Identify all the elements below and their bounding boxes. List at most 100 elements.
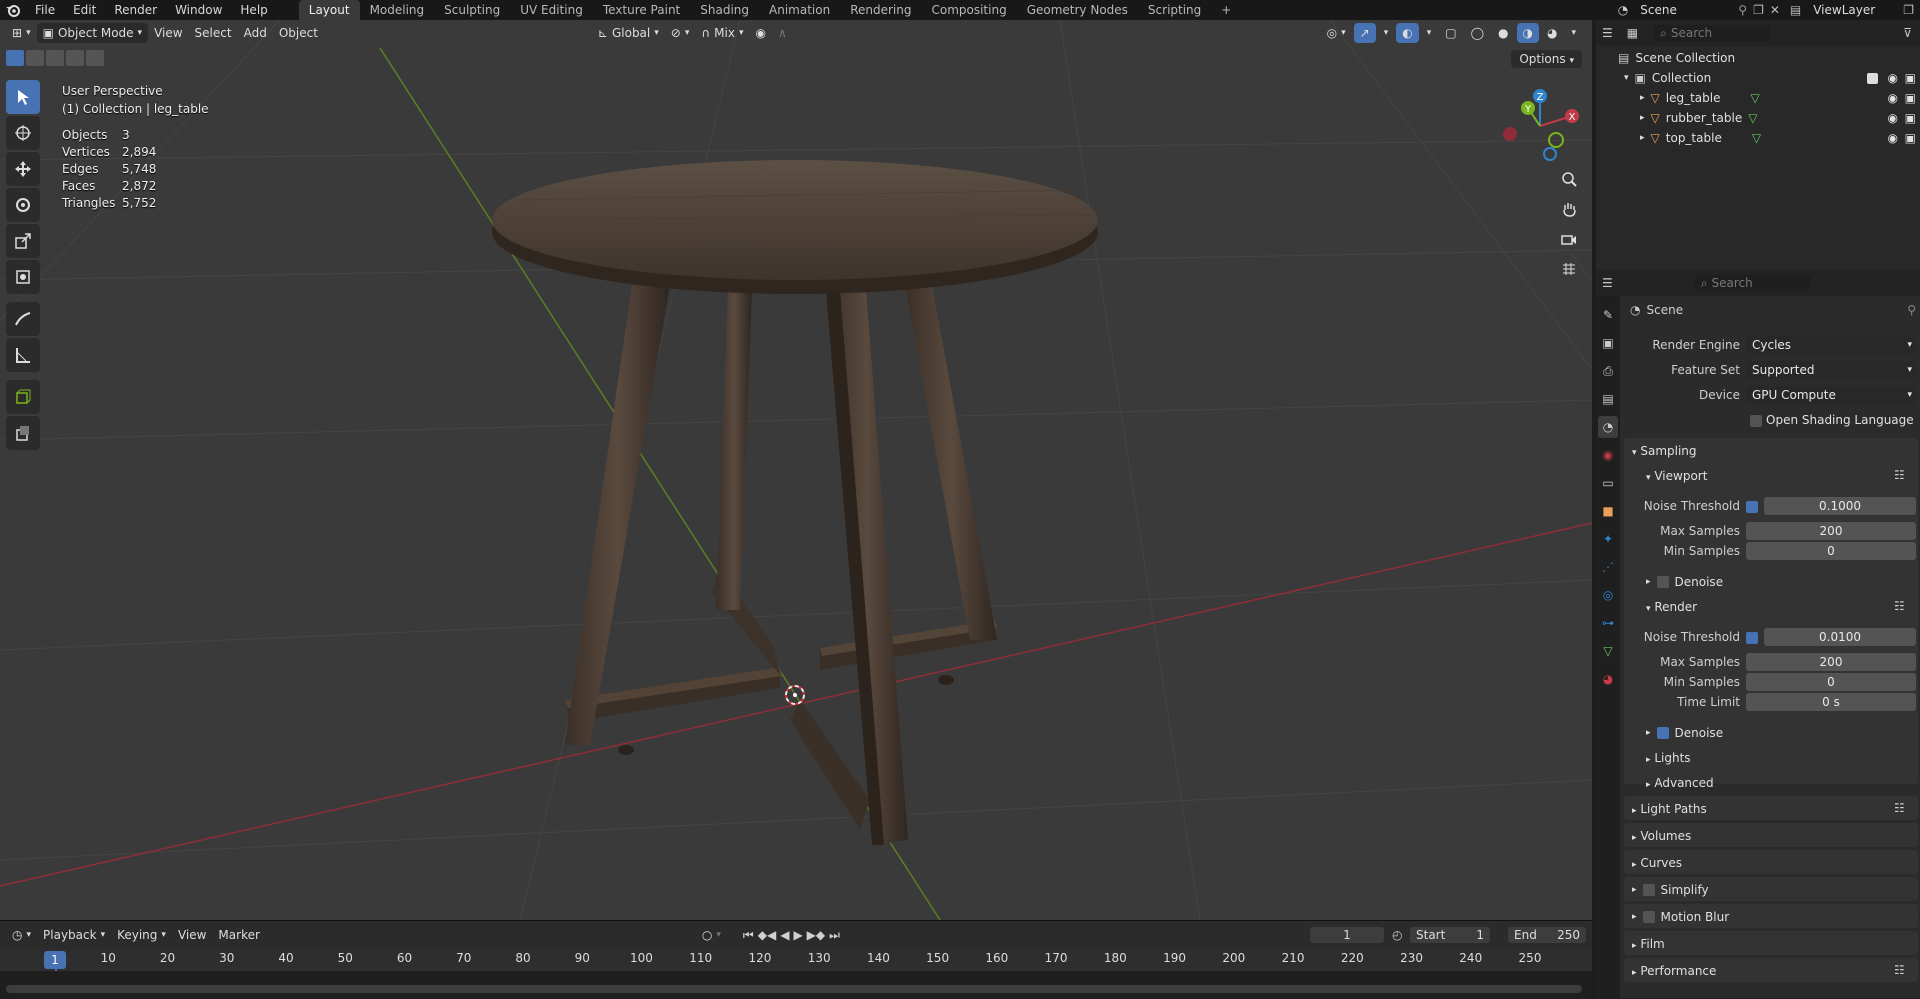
marker-menu[interactable]: Marker [212,925,265,945]
viewport-min-field[interactable]: 0 [1746,542,1916,560]
data-tab-icon[interactable]: ▽ [1598,640,1618,662]
visibility-button[interactable]: ◎ ▾ [1321,23,1352,43]
menu-file[interactable]: File [26,0,64,20]
view-layer-tab-icon[interactable]: ▤ [1598,388,1618,410]
light-paths-header[interactable]: ▸ Light Paths [1632,802,1707,816]
transform-tool-icon[interactable] [6,260,40,294]
auto-keying-button[interactable]: ○ ▾ [696,925,727,945]
outliner-collection[interactable]: ▾ ▣ Collection ◉ ▣ [1596,68,1920,88]
sampling-header[interactable]: ▾ Sampling [1632,444,1697,458]
eye-icon[interactable]: ◉ [1888,131,1898,145]
osl-checkbox[interactable] [1750,415,1762,427]
proportional-editing-button[interactable]: ◉ [750,23,772,43]
denoise-checkbox-checked[interactable] [1656,727,1669,739]
menu-help[interactable]: Help [231,0,276,20]
mode-selector[interactable]: ▣ Object Mode ▾ [36,23,149,43]
time-limit-field[interactable]: 0 s [1746,693,1916,711]
pin-icon[interactable]: ⚲ [1738,3,1747,17]
camera-icon[interactable]: ▣ [1905,131,1916,145]
simplify-header[interactable]: ▸ Simplify [1632,883,1709,897]
3d-viewport[interactable]: ⊞ ▾ ▣ Object Mode ▾ View Select Add Objec… [0,20,1592,920]
transform-orientation-selector[interactable]: ⊾ Global ▾ [592,23,665,43]
playhead[interactable]: 1 [44,951,66,969]
display-mode-icon[interactable]: ▦ [1627,26,1638,40]
camera-icon[interactable]: ▣ [1905,91,1916,105]
checkbox-icon[interactable] [1867,72,1878,84]
outliner-search[interactable]: ⌕ Search [1654,25,1771,41]
pin-icon[interactable]: ⚲ [1907,303,1916,317]
rotate-tool-icon[interactable] [6,188,40,222]
frame-ruler[interactable]: 1102030405060708090100110120130140150160… [0,949,1592,971]
preset-list-icon[interactable]: ☷ [1894,963,1905,977]
menu-window[interactable]: Window [166,0,231,20]
outliner-object-rubber-table[interactable]: ▸ ▽ rubber_table ▽ ◉ ▣ [1596,108,1920,128]
simplify-checkbox[interactable] [1642,884,1655,896]
menu-add[interactable]: Add [238,23,273,43]
preset-list-icon[interactable]: ☷ [1894,801,1905,815]
menu-object[interactable]: Object [273,23,324,43]
falloff-button[interactable]: ∧ [772,23,793,43]
motion-blur-checkbox[interactable] [1642,911,1655,923]
particles-tab-icon[interactable]: ⋰ [1598,556,1618,578]
device-dropdown[interactable]: GPU Compute ▾ [1746,386,1916,404]
camera-view-icon[interactable] [1556,226,1582,252]
gizmo-toggle[interactable]: ↗ [1353,23,1376,43]
constraints-tab-icon[interactable]: ⊶ [1598,612,1618,634]
eye-icon[interactable]: ◉ [1888,111,1898,125]
feature-set-dropdown[interactable]: Supported ▾ [1746,361,1916,379]
film-panel[interactable] [1624,931,1918,955]
menu-render[interactable]: Render [105,0,166,20]
render-denoise-row[interactable]: ▸ Denoise [1646,726,1723,740]
options-button[interactable]: Options ▾ [1511,50,1582,68]
viewport-subheader[interactable]: ▾ Viewport [1646,469,1707,483]
outliner[interactable]: ☰ ▦ ⌕ Search ⊽ ▤ Scene Collection ▾ ▣ Co… [1596,20,1920,270]
expand-icon[interactable]: ▸ [1640,113,1645,123]
xray-toggle[interactable]: ▢ [1439,23,1462,43]
menu-edit[interactable]: Edit [64,0,105,20]
tool-tab-icon[interactable]: ✎ [1598,304,1618,326]
render-noise-checkbox[interactable] [1746,632,1758,644]
properties-editor-icon[interactable]: ☰ [1602,276,1613,290]
jump-end-icon[interactable]: ⏭ [829,928,840,943]
pan-hand-icon[interactable] [1556,196,1582,222]
next-keyframe-icon[interactable]: ▶◆ [807,928,825,943]
motion-blur-header[interactable]: ▸ Motion Blur [1632,910,1729,924]
scene-tab-icon[interactable]: ◔ [1598,416,1618,438]
scene-icon[interactable]: ◔ [1618,3,1628,17]
preset-list-icon[interactable]: ☷ [1894,599,1905,613]
render-max-field[interactable]: 200 [1746,653,1916,671]
rendered-shading[interactable]: ◕ [1541,23,1563,43]
shading-dropdown[interactable]: ▾ [1565,23,1582,43]
scene-selector[interactable]: Scene [1634,2,1733,18]
camera-icon[interactable]: ▣ [1905,111,1916,125]
play-icon[interactable]: ▶ [793,928,802,943]
menu-view[interactable]: View [148,23,188,43]
navigation-gizmo[interactable]: Z X Y [1500,86,1580,166]
render-noise-field[interactable]: 0.0100 [1764,628,1916,646]
viewport-max-field[interactable]: 200 [1746,522,1916,540]
end-frame-field[interactable]: End 250 [1508,927,1586,943]
performance-header[interactable]: ▸ Performance [1632,964,1716,978]
render-min-field[interactable]: 0 [1746,673,1916,691]
curves-header[interactable]: ▸ Curves [1632,856,1682,870]
view-layer-icon[interactable]: ▤ [1790,3,1801,17]
gizmo-dropdown[interactable]: ▾ [1378,23,1395,43]
overlay-toggle[interactable]: ◐ [1396,23,1419,43]
jump-start-icon[interactable]: ⏮ [743,928,754,943]
pivot-point-button[interactable]: ⊘ ▾ [665,23,696,43]
prev-keyframe-icon[interactable]: ◆◀ [758,928,776,943]
properties-search[interactable]: ⌕ Search [1694,275,1811,291]
outliner-editor-icon[interactable]: ☰ [1602,26,1613,40]
timeline-editor-type[interactable]: ◷ ▾ [6,925,37,945]
keying-menu[interactable]: Keying ▾ [111,925,172,945]
advanced-subheader[interactable]: ▸ Advanced [1646,776,1714,790]
overlay-dropdown[interactable]: ▾ [1421,23,1438,43]
scale-tool-icon[interactable] [6,224,40,258]
preset-list-icon[interactable]: ☷ [1894,468,1905,482]
new-view-layer-icon[interactable]: ❐ [1903,3,1914,17]
wireframe-shading[interactable]: ◯ [1465,23,1490,43]
ortho-grid-icon[interactable] [1556,256,1582,282]
output-tab-icon[interactable]: ⎙ [1598,360,1618,382]
physics-tab-icon[interactable]: ◎ [1598,584,1618,606]
timeline-scrollbar[interactable] [6,985,1582,993]
